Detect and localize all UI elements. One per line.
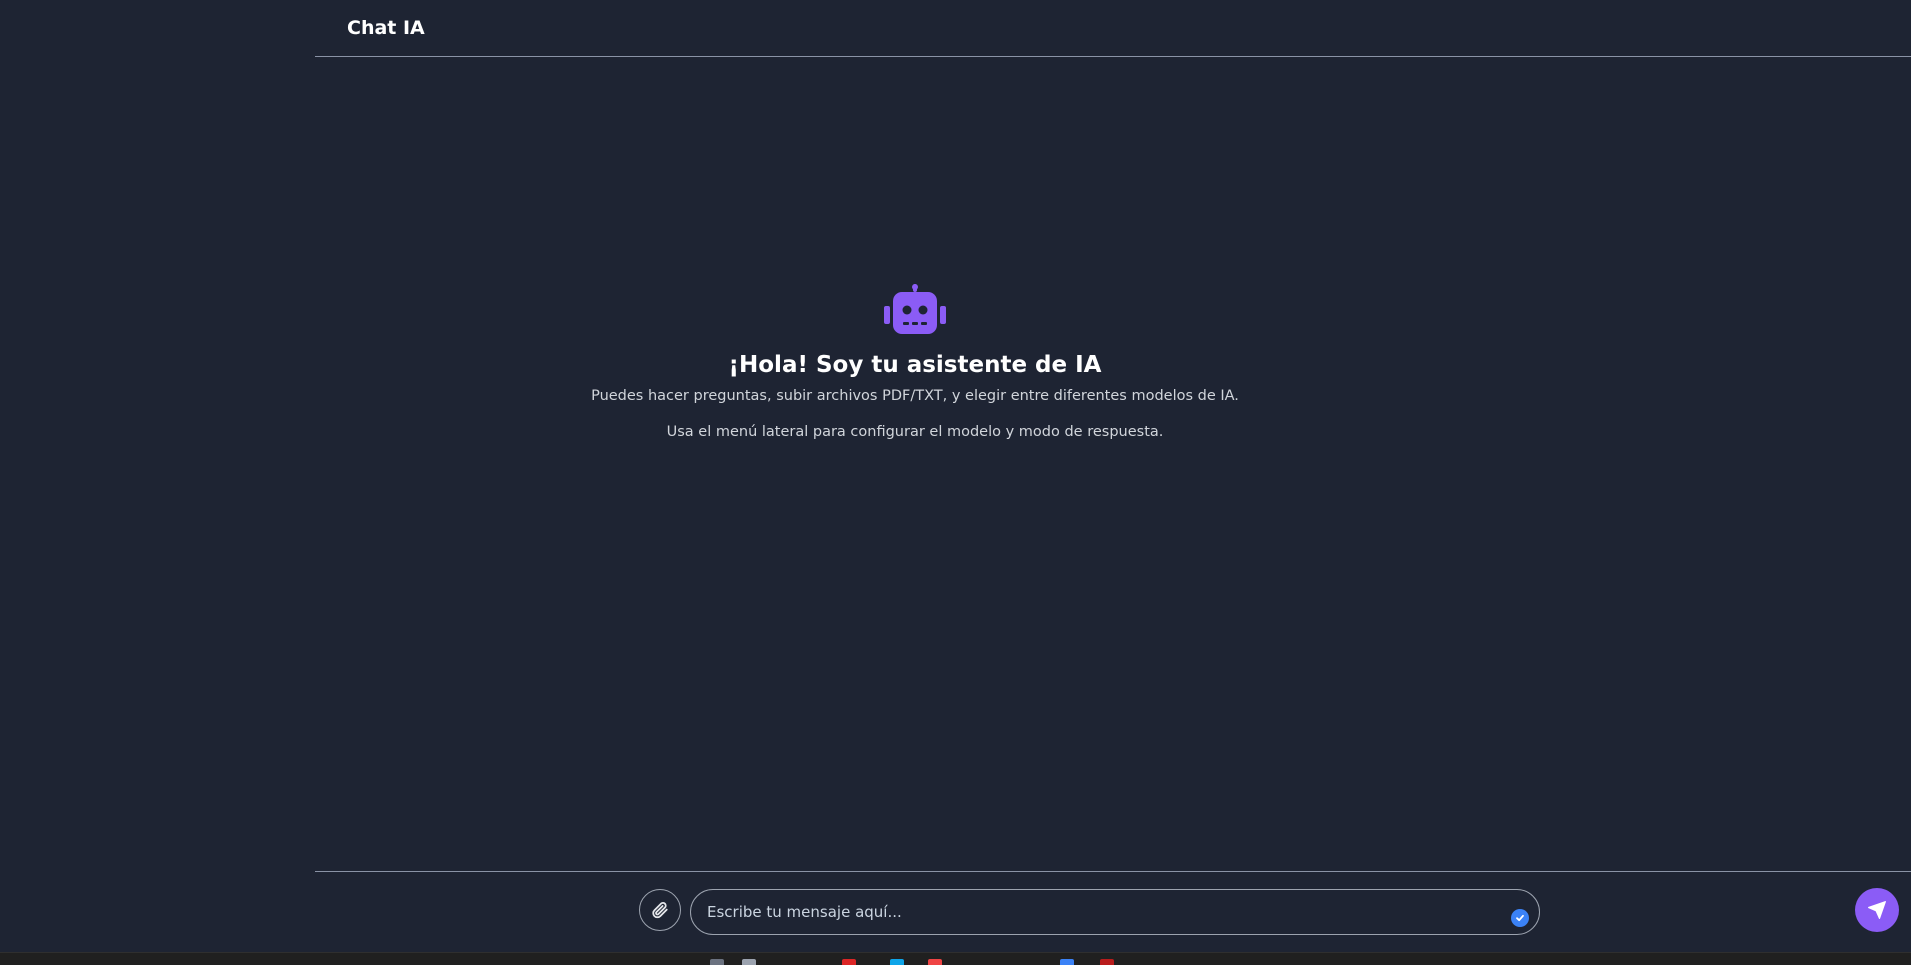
attach-button[interactable]	[639, 889, 681, 931]
taskbar-app-icon[interactable]	[742, 959, 756, 965]
check-badge-icon	[1511, 909, 1529, 927]
sidebar	[0, 0, 315, 952]
taskbar-app-icon[interactable]	[890, 959, 904, 965]
app-window: Chat IA ¡Hola! Soy tu asistente de IA Pu…	[0, 0, 1911, 965]
robot-icon	[884, 284, 946, 334]
composer-bar	[315, 871, 1911, 952]
chat-main: Chat IA ¡Hola! Soy tu asistente de IA Pu…	[315, 0, 1911, 952]
welcome-panel: ¡Hola! Soy tu asistente de IA Puedes hac…	[315, 284, 1515, 440]
send-icon	[1868, 901, 1886, 919]
send-button[interactable]	[1855, 888, 1899, 932]
taskbar-app-icon[interactable]	[842, 959, 856, 965]
taskbar-app-icon[interactable]	[928, 959, 942, 965]
taskbar-app-icon[interactable]	[710, 959, 724, 965]
os-taskbar	[0, 952, 1911, 965]
welcome-hint: Usa el menú lateral para configurar el m…	[666, 424, 1164, 440]
welcome-title: ¡Hola! Soy tu asistente de IA	[728, 352, 1102, 378]
chat-header: Chat IA	[315, 0, 1911, 57]
message-input[interactable]	[690, 889, 1540, 935]
taskbar-app-icon[interactable]	[1100, 959, 1114, 965]
paperclip-icon	[652, 902, 668, 919]
taskbar-app-icon[interactable]	[1060, 959, 1074, 965]
welcome-subtitle: Puedes hacer preguntas, subir archivos P…	[591, 388, 1239, 404]
page-title: Chat IA	[347, 17, 425, 39]
